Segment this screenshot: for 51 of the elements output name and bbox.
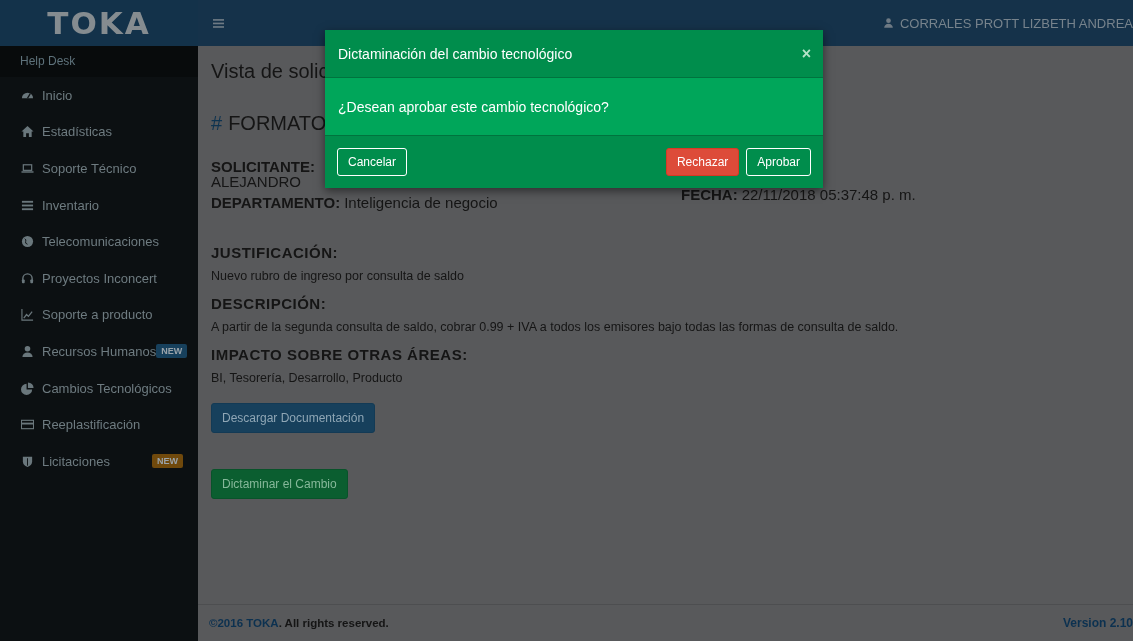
modal-message: ¿Desean aprobar este cambio tecnológico?: [338, 98, 609, 115]
shield-icon: [21, 454, 34, 468]
hash-mark: #: [211, 112, 223, 135]
decide-button[interactable]: Dictaminar el Cambio: [211, 469, 348, 499]
sidebar-item[interactable]: Estadísticas: [0, 113, 198, 151]
form-heading: FORMATO: [228, 112, 327, 135]
headphones-icon: [21, 271, 34, 285]
section-heading: IMPACTO SOBRE OTRAS ÁREAS:: [211, 346, 469, 363]
modal-title: Dictaminación del cambio tecnológico: [338, 45, 573, 62]
reject-button[interactable]: Rechazar: [665, 148, 740, 176]
sidebar-item[interactable]: Inventario: [0, 186, 198, 224]
sidebar-item[interactable]: Inicio: [0, 77, 198, 114]
sidebar-item[interactable]: Telecomunicaciones: [0, 223, 198, 260]
section-heading: DESCRIPCIÓN:: [211, 295, 328, 312]
credit-card-icon: [21, 418, 34, 432]
section-text: BI, Tesorería, Desarrollo, Producto: [211, 371, 404, 385]
line-chart-icon: [21, 308, 34, 322]
user-icon: [21, 344, 34, 358]
sidebar-item[interactable]: Recursos Humanos NEW: [0, 333, 198, 370]
sidebar-header: Help Desk: [0, 46, 198, 77]
approve-button[interactable]: Aprobar: [746, 148, 811, 176]
user-icon: [882, 17, 894, 29]
field-label: FECHA:: [681, 187, 738, 202]
user-menu[interactable]: CORRALES PROTT LIZBETH ANDREA: [882, 15, 1133, 31]
new-badge: NEW: [152, 454, 183, 469]
section-heading: JUSTIFICACIÓN:: [211, 244, 339, 261]
download-button[interactable]: Descargar Documentación: [211, 403, 376, 433]
section-text: A partir de la segunda consulta de saldo, cobrar 0.99 + IVA a todos los emisores bajo todas las formas de consulta de saldo.: [211, 320, 900, 334]
field-value: 22/11/2018 05:37:48 p. m.: [741, 187, 916, 202]
sidebar-item[interactable]: Licitaciones NEW: [0, 442, 198, 480]
home-icon: [21, 125, 34, 139]
laptop-icon: [21, 162, 34, 175]
sidebar-item[interactable]: Cambios Tecnológicos: [0, 369, 198, 407]
pie-chart-icon: [21, 381, 34, 395]
new-badge: NEW: [156, 344, 188, 359]
menu-icon[interactable]: [213, 18, 224, 28]
sidebar-item[interactable]: Soporte a producto: [0, 296, 198, 334]
cancel-button[interactable]: Cancelar: [337, 148, 408, 176]
field-value: ALEJANDRO: [211, 174, 303, 189]
version-text: Version 2.10: [1062, 616, 1133, 630]
sidebar-item[interactable]: Reeplastificación: [0, 406, 198, 443]
field-label: DEPARTAMENTO:: [211, 195, 341, 210]
field-value: Inteligencia de negocio: [344, 195, 498, 210]
field-label: SOLICITANTE:: [211, 159, 315, 174]
sidebar-item[interactable]: Soporte Técnico: [0, 150, 198, 187]
list-icon: [21, 198, 34, 212]
close-button[interactable]: ×: [801, 44, 811, 63]
rights-text: . All rights reserved.: [278, 617, 389, 629]
section-text: Nuevo rubro de ingreso por consulta de saldo: [211, 269, 465, 283]
sidebar-item[interactable]: Proyectos Inconcert: [0, 259, 198, 297]
logo[interactable]: TOKA: [47, 5, 151, 41]
